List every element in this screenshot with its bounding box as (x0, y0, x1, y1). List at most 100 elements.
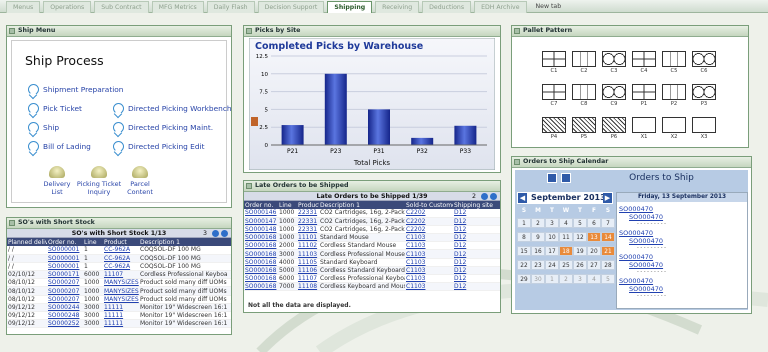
table-cell[interactable]: C1103 (405, 249, 453, 259)
calendar-day[interactable]: 1 (545, 274, 559, 284)
table-row[interactable]: SO000148 1000 22331 CO2 Cartridges, 16g, 2-… (244, 225, 500, 235)
table-cell[interactable]: D12 (453, 274, 500, 284)
agenda-sub-link[interactable]: SO000470 (619, 213, 745, 221)
tab-operations[interactable]: Operations (43, 1, 92, 13)
table-cell[interactable]: SO000168 (244, 249, 278, 259)
table-cell[interactable]: 11105 (297, 258, 319, 267)
agenda-sub-link[interactable]: SO000470 (619, 285, 745, 293)
calendar-list-icon[interactable] (561, 173, 571, 183)
table-cell[interactable]: SO000171 (47, 270, 83, 280)
table-row[interactable]: 09/12/12 SO000244 3000 11111 Monitor 19" Wid… (7, 303, 231, 313)
table-row[interactable]: SO000168 1000 11101 Standard Mouse C1103 D12 (244, 233, 500, 243)
calendar-day[interactable]: 7 (601, 218, 615, 228)
table-cell[interactable]: D12 (453, 266, 500, 276)
table-row[interactable]: SO000168 4000 11105 Standard Keyboard C1103 D… (244, 258, 500, 267)
link-ship[interactable]: Ship (43, 123, 59, 132)
table-cell[interactable]: SO000252 (47, 319, 83, 329)
table-cell[interactable]: SO000147 (244, 217, 278, 226)
table-cell[interactable]: SO000148 (244, 225, 278, 235)
table-row[interactable]: / / SO000001 1 CC-962A COQSOL-DF 100 MG (7, 246, 231, 255)
link-bill-of-lading[interactable]: Bill of Lading (43, 142, 91, 151)
table-cell[interactable]: 11107 (297, 274, 319, 284)
calendar-day[interactable]: 21 (601, 246, 615, 256)
pallet-pattern-p1[interactable] (632, 84, 656, 100)
pallet-pattern-c7[interactable] (542, 84, 566, 100)
table-cell[interactable]: 11111 (103, 311, 139, 321)
calendar-day[interactable]: 5 (573, 218, 587, 228)
next-page-icon[interactable] (490, 193, 497, 200)
calendar-day[interactable]: 9 (531, 232, 545, 242)
tab-edh-archive[interactable]: EDH Archive (474, 1, 527, 13)
table-row[interactable]: SO000168 7000 11108 Cordless Keyboard and M… (244, 282, 500, 292)
pallet-pattern-c9[interactable] (602, 84, 626, 100)
calendar-day[interactable]: 26 (573, 260, 587, 270)
calendar-day[interactable]: 23 (531, 260, 545, 270)
tab-receiving[interactable]: Receiving (375, 1, 420, 13)
delivery-list-icon[interactable] (49, 166, 65, 178)
table-cell[interactable]: CC-962A (103, 262, 139, 272)
table-cell[interactable]: C1103 (405, 241, 453, 251)
table-row[interactable]: SO000168 3000 11103 Cordless Professional M… (244, 249, 500, 259)
table-cell[interactable]: 22331 (297, 225, 319, 235)
pallet-pattern-x1[interactable] (632, 117, 656, 133)
calendar-day[interactable]: 24 (545, 260, 559, 270)
tab-sub-contract[interactable]: Sub Contract (94, 1, 149, 13)
table-cell[interactable]: MANYSIZES (103, 286, 139, 296)
tab-decision-support[interactable]: Decision Support (257, 1, 325, 13)
table-cell[interactable]: 11102 (297, 241, 319, 251)
column-header[interactable]: Order no. (244, 201, 278, 209)
table-row[interactable]: 02/10/12 SO000171 6000 11107 Cordless Profes… (7, 270, 231, 280)
table-row[interactable]: 08/10/12 SO000207 1000 MANYSIZES Product sol… (7, 295, 231, 304)
bar-p21[interactable] (281, 125, 304, 145)
prev-month-icon[interactable]: ◀ (518, 193, 527, 203)
tab-menus[interactable]: Menus (6, 1, 41, 13)
table-cell[interactable]: SO000248 (47, 311, 83, 321)
pallet-pattern-c6[interactable] (692, 51, 716, 67)
table-cell[interactable]: D12 (453, 241, 500, 251)
column-header[interactable]: Description 1 (139, 238, 231, 246)
bar-p32[interactable] (411, 137, 434, 145)
prev-page-icon[interactable] (212, 230, 219, 237)
calendar-day[interactable]: 2 (531, 218, 545, 228)
calendar-day[interactable]: 3 (573, 274, 587, 284)
pallet-pattern-p5[interactable] (572, 117, 596, 133)
calendar-day[interactable]: 29 (517, 274, 531, 284)
table-cell[interactable]: SO000168 (244, 241, 278, 251)
pallet-pattern-p3[interactable] (692, 84, 716, 100)
column-header[interactable]: Product (297, 201, 319, 209)
calendar-day[interactable]: 20 (587, 246, 601, 256)
bar-p23[interactable] (324, 73, 347, 145)
pallet-pattern-c2[interactable] (572, 51, 596, 67)
calendar-day[interactable]: 10 (545, 232, 559, 242)
bar-p33[interactable] (454, 125, 477, 145)
link-pick-ticket[interactable]: Pick Ticket (43, 104, 82, 113)
table-row[interactable]: SO000146 1000 22331 CO2 Cartridges, 16g, 2-… (244, 209, 500, 218)
table-cell[interactable]: 11111 (103, 319, 139, 329)
tab-shipping[interactable]: Shipping (327, 1, 373, 13)
table-cell[interactable]: SO000001 (47, 254, 83, 263)
table-cell[interactable]: C1103 (405, 266, 453, 276)
tab-deductions[interactable]: Deductions (422, 1, 472, 13)
calendar-day[interactable]: 22 (517, 260, 531, 270)
table-cell[interactable]: SO000168 (244, 266, 278, 276)
table-cell[interactable]: SO000207 (47, 286, 83, 296)
table-cell[interactable]: SO000168 (244, 258, 278, 267)
calendar-day[interactable]: 15 (517, 246, 531, 256)
agenda-order-link[interactable]: SO000470 (619, 205, 745, 213)
table-cell[interactable]: C2202 (405, 225, 453, 235)
calendar-day[interactable]: 19 (573, 246, 587, 256)
table-cell[interactable]: D12 (453, 217, 500, 226)
prev-page-icon[interactable] (481, 193, 488, 200)
table-cell[interactable]: SO000207 (47, 278, 83, 288)
table-cell[interactable]: MANYSIZES (103, 278, 139, 288)
table-cell[interactable]: SO000146 (244, 209, 278, 218)
calendar-day[interactable]: 27 (587, 260, 601, 270)
table-cell[interactable]: CC-962A (103, 254, 139, 263)
table-cell[interactable]: 11107 (103, 270, 139, 280)
calendar-day[interactable]: 8 (517, 232, 531, 242)
next-page-icon[interactable] (221, 230, 228, 237)
pallet-pattern-c1[interactable] (542, 51, 566, 67)
table-cell[interactable]: SO000168 (244, 233, 278, 243)
table-row[interactable]: SO000147 1000 22331 CO2 Cartridges, 16g, 2-… (244, 217, 500, 226)
pallet-pattern-c8[interactable] (572, 84, 596, 100)
